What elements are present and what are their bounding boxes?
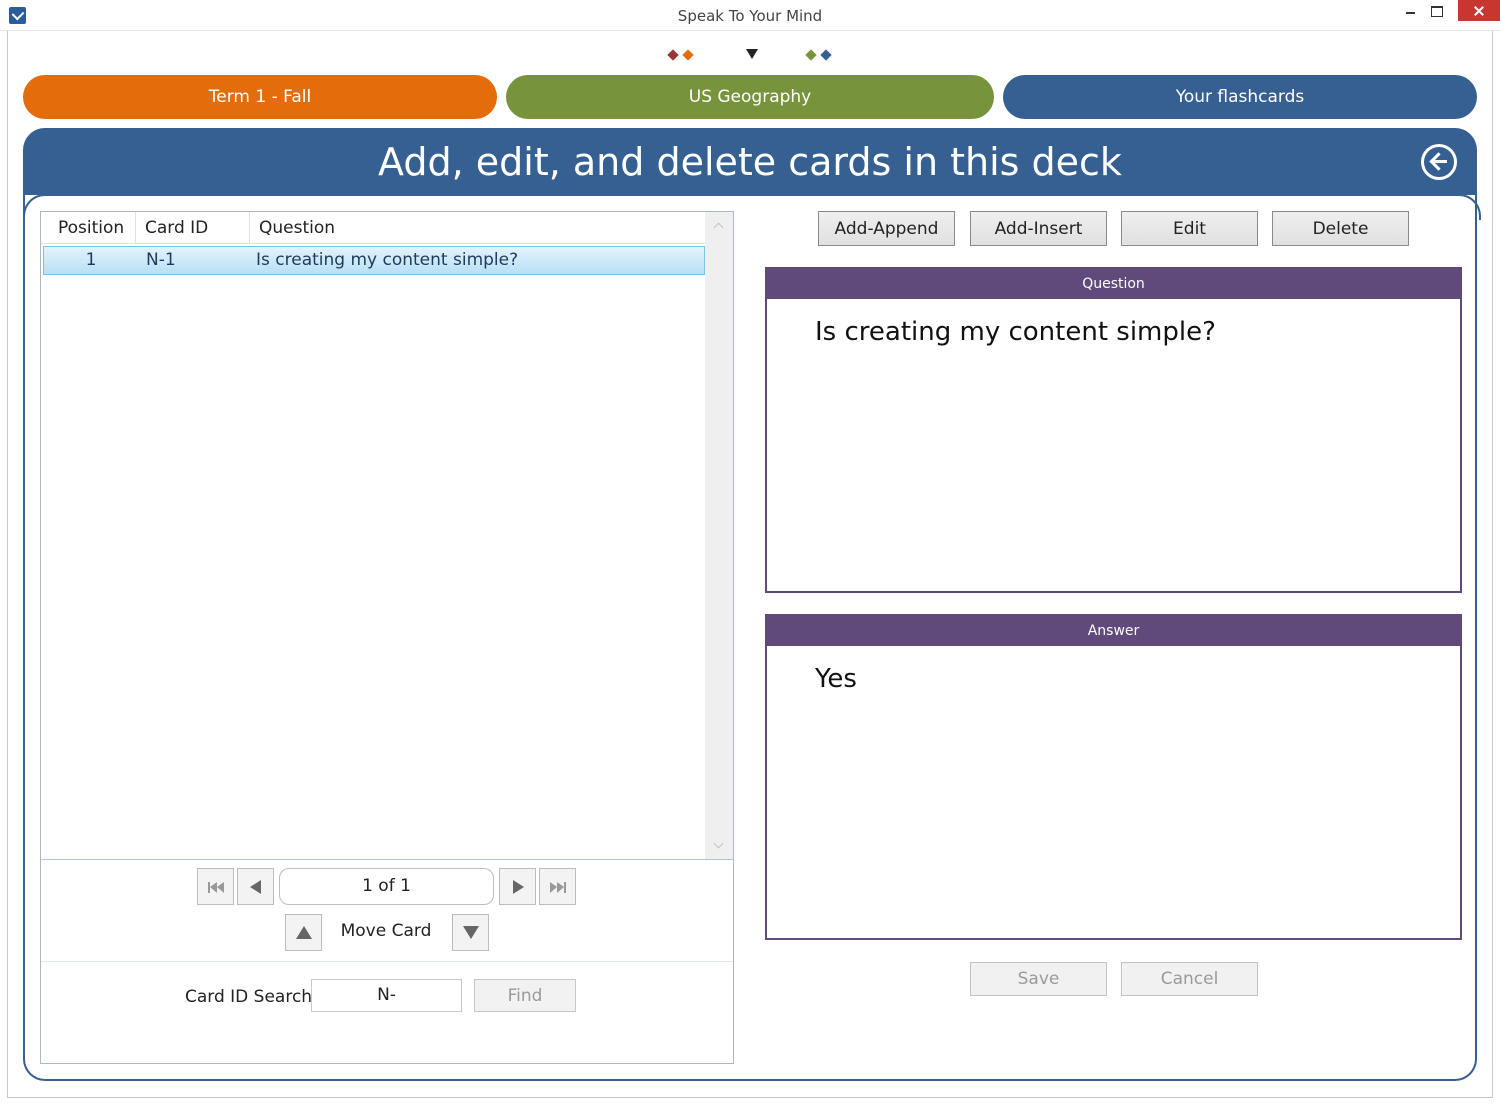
add-append-button[interactable]: Add-Append xyxy=(818,211,955,246)
scroll-down-icon[interactable] xyxy=(713,838,724,849)
save-button[interactable]: Save xyxy=(970,962,1107,996)
column-header-position[interactable]: Position xyxy=(41,212,136,244)
title-bar: Speak To Your Mind xyxy=(0,0,1500,31)
page-title: Add, edit, and delete cards in this deck xyxy=(23,128,1477,195)
answer-card: Answer Yes xyxy=(765,614,1462,940)
close-button[interactable] xyxy=(1458,0,1500,21)
maximize-button[interactable] xyxy=(1422,0,1450,21)
answer-header: Answer xyxy=(767,616,1460,646)
next-page-button[interactable] xyxy=(499,868,536,905)
cancel-button[interactable]: Cancel xyxy=(1121,962,1258,996)
cell-card-id: N-1 xyxy=(146,250,176,270)
grid-header: Position Card ID Question xyxy=(41,212,705,244)
card-id-search-input[interactable]: N- xyxy=(311,979,462,1012)
move-card-label: Move Card xyxy=(340,921,432,941)
delete-button[interactable]: Delete xyxy=(1272,211,1409,246)
back-arrow-circle-icon[interactable] xyxy=(1421,144,1457,180)
page-indicator: 1 of 1 xyxy=(279,868,494,905)
add-insert-button[interactable]: Add-Insert xyxy=(970,211,1107,246)
find-button[interactable]: Find xyxy=(474,979,576,1012)
minimize-button[interactable] xyxy=(1397,0,1425,21)
nav-pill-flashcards[interactable]: Your flashcards xyxy=(1003,75,1477,119)
column-header-card-id[interactable]: Card ID xyxy=(136,212,250,244)
cell-position: 1 xyxy=(85,250,97,270)
edit-button[interactable]: Edit xyxy=(1121,211,1258,246)
nav-pill-term[interactable]: Term 1 - Fall xyxy=(23,75,497,119)
table-row[interactable]: 1 N-1 Is creating my content simple? xyxy=(43,246,705,275)
move-card-up-button[interactable] xyxy=(285,914,322,951)
divider xyxy=(41,961,733,962)
vertical-scrollbar[interactable] xyxy=(705,212,733,859)
window-title: Speak To Your Mind xyxy=(677,7,823,25)
card-id-search-label: Card ID Search xyxy=(185,987,313,1007)
card-grid: Position Card ID Question 1 N-1 Is creat… xyxy=(41,212,733,860)
current-level-triangle-icon xyxy=(746,49,758,59)
column-header-question[interactable]: Question xyxy=(250,212,705,244)
question-text: Is creating my content simple? xyxy=(815,317,1216,347)
last-page-button[interactable] xyxy=(539,868,576,905)
question-header: Question xyxy=(767,269,1460,299)
question-card: Question Is creating my content simple? xyxy=(765,267,1462,593)
cell-question: Is creating my content simple? xyxy=(256,250,519,270)
answer-text: Yes xyxy=(815,664,857,694)
first-page-button[interactable] xyxy=(197,868,234,905)
nav-pill-deck[interactable]: US Geography xyxy=(506,75,994,119)
scroll-up-icon[interactable] xyxy=(713,222,724,233)
move-card-down-button[interactable] xyxy=(452,914,489,951)
previous-page-button[interactable] xyxy=(237,868,274,905)
